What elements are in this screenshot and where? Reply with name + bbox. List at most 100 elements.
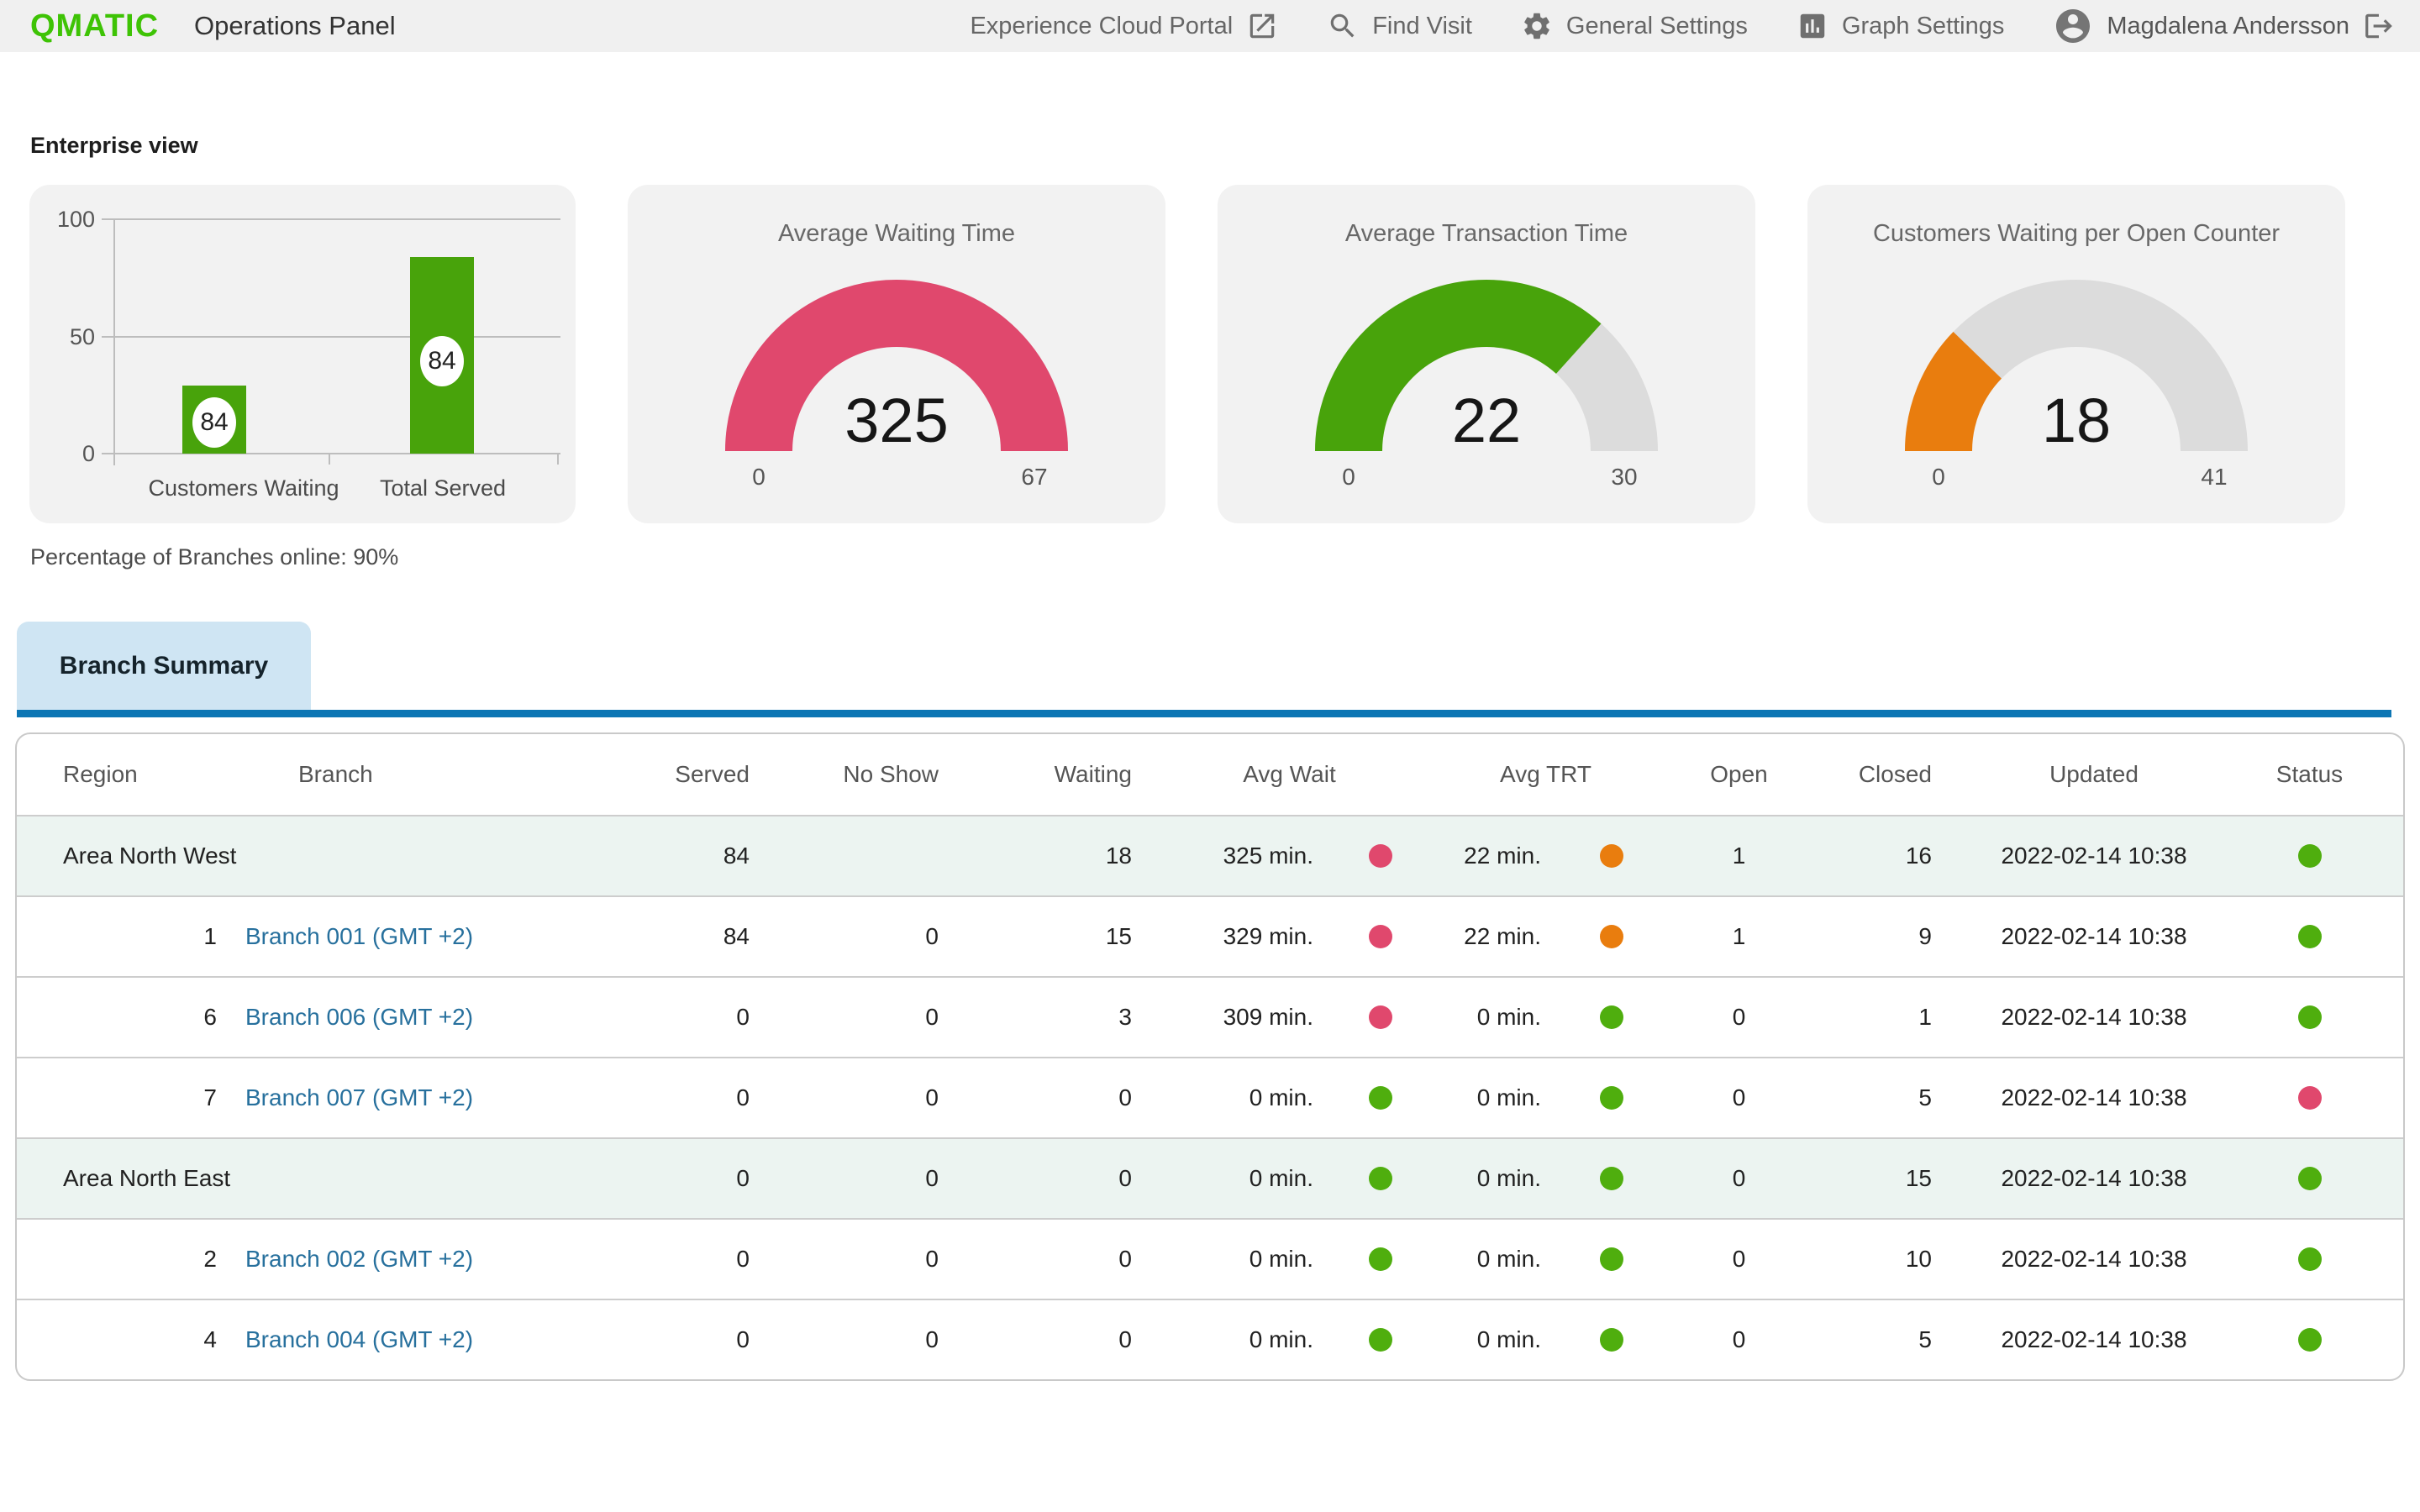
y-axis-tick-label: 0 (82, 441, 95, 466)
gauge-min-label: 0 (1932, 464, 1945, 490)
status-dot (2297, 925, 2322, 948)
branch-summary-table: Region Branch Served No Show Waiting Avg Wait… (15, 732, 2405, 1381)
avg-trt-cell-status-dot (1600, 844, 1623, 868)
avg-trt-cell-value: 0 min. (1476, 1326, 1541, 1352)
avatar-icon (2056, 9, 2091, 43)
avg-trt-cell-status-dot (1600, 1247, 1623, 1271)
table-row: 7 Branch 007 (GMT +2) 0 0 0 0 min. 0 min. 0 5 202… (17, 1057, 2403, 1137)
branch-cell: Branch 007 (GMT +2) (227, 1084, 632, 1111)
gridline (102, 335, 560, 338)
no-show-cell: 0 (925, 923, 939, 949)
status-cell (2241, 1328, 2403, 1352)
avg-wait-cell-status-dot (1369, 1005, 1392, 1029)
closed-cell: 1 (1918, 1004, 1932, 1030)
updated-cell: 2022-02-14 10:38 (2001, 1246, 2187, 1272)
bar-value-badge: 84 (420, 336, 464, 386)
region-cell: 2 (203, 1246, 217, 1272)
gauge-title: Average Transaction Time (1344, 220, 1628, 247)
column-header-branch: Branch (298, 761, 373, 787)
closed-cell: 15 (1905, 1165, 1932, 1191)
nav-item-general-settings[interactable]: General Settings (1521, 10, 1748, 42)
updated-cell: 2022-02-14 10:38 (2001, 923, 2187, 949)
status-dot (2297, 1328, 2322, 1352)
logout-icon[interactable] (2363, 10, 2395, 42)
no-show-cell: 0 (925, 1084, 939, 1110)
gauge-value: 18 (2041, 386, 2112, 455)
y-axis-line (113, 218, 115, 465)
avg-trt-cell: 0 min. (1430, 1084, 1661, 1111)
waiting-cell: 0 (1118, 1326, 1132, 1352)
status-cell (2241, 1247, 2403, 1271)
brand: QMATIC Operations Panel (30, 8, 396, 45)
open-cell: 0 (1732, 1004, 1746, 1030)
status-cell (2241, 1005, 2403, 1029)
closed-cell: 9 (1918, 923, 1932, 949)
nav-item-graph-settings[interactable]: Graph Settings (1797, 10, 2004, 42)
avg-wait-cell: 329 min. (1149, 923, 1430, 950)
gear-icon (1524, 13, 1549, 39)
bar-chart-icon (1800, 13, 1825, 39)
gauge-card-average-transaction-time: Average Transaction Time 22 0 30 (1218, 185, 1755, 523)
updated-cell: 2022-02-14 10:38 (2001, 1004, 2187, 1030)
avg-wait-cell-status-dot (1369, 925, 1392, 948)
avg-wait-cell-status-dot (1369, 844, 1392, 868)
gauge-title: Customers Waiting per Open Counter (1872, 220, 2281, 247)
status-dot (2297, 1005, 2322, 1029)
column-header-updated: Updated (2049, 761, 2139, 787)
waiting-cell: 0 (1118, 1165, 1132, 1191)
bar-value-badge: 84 (192, 397, 236, 448)
region-cell: 4 (203, 1326, 217, 1352)
nav-item-label: Find Visit (1372, 12, 1472, 39)
no-show-cell: 0 (925, 1246, 939, 1272)
status-dot (2297, 844, 2322, 868)
gauge-title: Average Waiting Time (777, 220, 1016, 247)
branch-link[interactable]: Branch 001 (GMT +2) (245, 923, 473, 949)
gridline (102, 453, 560, 454)
no-show-cell: 0 (925, 1165, 939, 1191)
avg-wait-cell: 0 min. (1149, 1246, 1430, 1273)
y-axis-tick-label: 50 (69, 323, 95, 349)
column-header-waiting: Waiting (1054, 761, 1132, 787)
nav-item-experience-cloud-portal[interactable]: Experience Cloud Portal (970, 10, 1278, 42)
branch-link[interactable]: Branch 007 (GMT +2) (245, 1084, 473, 1110)
open-cell: 0 (1732, 1246, 1746, 1272)
avg-trt-cell-value: 0 min. (1476, 1004, 1541, 1030)
served-cell: 0 (736, 1326, 750, 1352)
region-cell: Area North West (63, 843, 237, 869)
table-row: 6 Branch 006 (GMT +2) 0 0 3 309 min. 0 min. 0 1 2… (17, 976, 2403, 1057)
avg-trt-cell-value: 0 min. (1476, 1084, 1541, 1110)
x-axis-category-label: Total Served (379, 475, 507, 501)
branch-link[interactable]: Branch 004 (GMT +2) (245, 1326, 473, 1352)
gauge-value: 325 (844, 386, 949, 455)
nav-item-label: Experience Cloud Portal (970, 12, 1234, 39)
avg-trt-cell-status-dot (1600, 1086, 1623, 1110)
avg-trt-cell: 22 min. (1430, 843, 1661, 869)
avg-trt-cell: 0 min. (1430, 1246, 1661, 1273)
closed-cell: 5 (1918, 1084, 1932, 1110)
region-cell: Area North East (63, 1165, 231, 1191)
gauge-min-label: 0 (1342, 464, 1355, 490)
gauge-value: 22 (1451, 386, 1522, 455)
served-cell: 84 (723, 923, 750, 949)
avg-trt-cell-value: 0 min. (1476, 1165, 1541, 1191)
gridline (102, 218, 560, 220)
tab-underline (17, 710, 2391, 717)
x-axis-category-label: Customers Waiting (148, 475, 339, 501)
open-cell: 0 (1732, 1326, 1746, 1352)
no-show-cell: 0 (925, 1326, 939, 1352)
waiting-cell: 0 (1118, 1084, 1132, 1110)
column-header-no-show: No Show (843, 761, 939, 787)
branch-link[interactable]: Branch 006 (GMT +2) (245, 1004, 473, 1030)
waiting-cell: 18 (1105, 843, 1132, 869)
branch-link[interactable]: Branch 002 (GMT +2) (245, 1246, 473, 1272)
tab-branch-summary[interactable]: Branch Summary (17, 622, 311, 710)
closed-cell: 10 (1905, 1246, 1932, 1272)
waiting-cell: 15 (1105, 923, 1132, 949)
gauge-max-label: 30 (1611, 464, 1638, 490)
nav-item-find-visit[interactable]: Find Visit (1327, 10, 1472, 42)
closed-cell: 16 (1905, 843, 1932, 869)
avg-wait-cell-value: 325 min. (1223, 843, 1313, 869)
status-cell (2241, 1167, 2403, 1190)
user-menu[interactable]: Magdalena Andersson (2053, 6, 2395, 46)
avg-wait-cell-value: 0 min. (1249, 1084, 1313, 1110)
